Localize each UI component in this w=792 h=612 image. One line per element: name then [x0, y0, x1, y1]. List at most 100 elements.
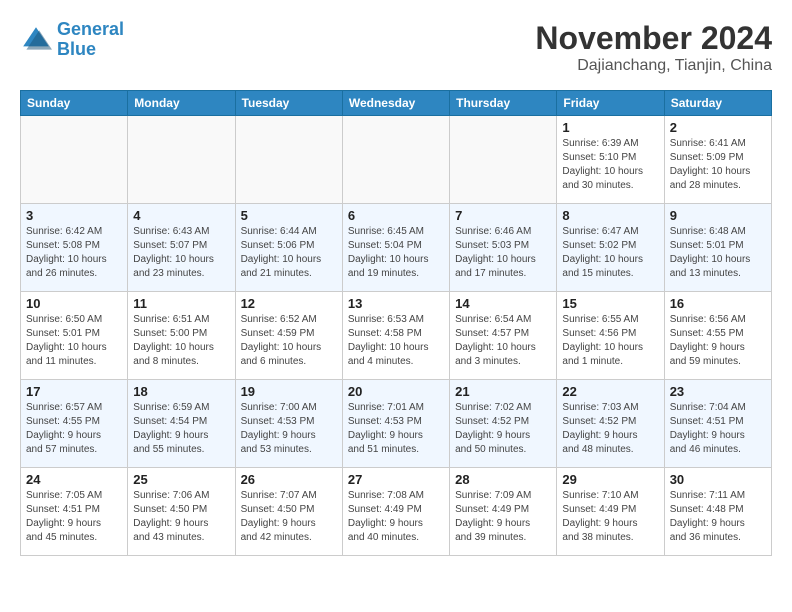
day-number: 21	[455, 384, 551, 399]
calendar-cell: 20 Sunrise: 7:01 AM Sunset: 4:53 PM Dayli…	[342, 380, 449, 468]
calendar-cell: 2 Sunrise: 6:41 AM Sunset: 5:09 PM Daylig…	[664, 116, 771, 204]
day-info: Sunrise: 7:11 AM Sunset: 4:48 PM Dayligh…	[670, 489, 766, 545]
day-number: 1	[562, 120, 658, 135]
day-info: Sunrise: 6:42 AM Sunset: 5:08 PM Dayligh…	[26, 225, 122, 281]
calendar-cell: 6 Sunrise: 6:45 AM Sunset: 5:04 PM Daylig…	[342, 204, 449, 292]
day-number: 7	[455, 208, 551, 223]
calendar-header: SundayMondayTuesdayWednesdayThursdayFrid…	[21, 91, 772, 116]
calendar-cell: 14Sunrise: 6:54 AM Sunset: 4:57 PM Dayli…	[450, 292, 557, 380]
day-info: Sunrise: 7:03 AM Sunset: 4:52 PM Dayligh…	[562, 401, 658, 457]
calendar-week: 1Sunrise: 6:39 AM Sunset: 5:10 PM Daylig…	[21, 116, 772, 204]
header: General Blue November 2024 Dajianchang, …	[20, 20, 772, 75]
calendar-week: 10 Sunrise: 6:50 AM Sunset: 5:01 PM Dayli…	[21, 292, 772, 380]
location: Dajianchang, Tianjin, China	[535, 57, 772, 75]
day-number: 13	[348, 296, 444, 311]
calendar-cell: 9Sunrise: 6:48 AM Sunset: 5:01 PM Daylig…	[664, 204, 771, 292]
calendar-week: 17Sunrise: 6:57 AM Sunset: 4:55 PM Dayli…	[21, 380, 772, 468]
day-info: Sunrise: 7:10 AM Sunset: 4:49 PM Dayligh…	[562, 489, 658, 545]
calendar-cell: 25 Sunrise: 7:06 AM Sunset: 4:50 PM Dayli…	[128, 468, 235, 556]
day-info: Sunrise: 6:59 AM Sunset: 4:54 PM Dayligh…	[133, 401, 229, 457]
calendar-cell	[128, 116, 235, 204]
day-info: Sunrise: 7:07 AM Sunset: 4:50 PM Dayligh…	[241, 489, 337, 545]
day-info: Sunrise: 7:04 AM Sunset: 4:51 PM Dayligh…	[670, 401, 766, 457]
day-info: Sunrise: 7:01 AM Sunset: 4:53 PM Dayligh…	[348, 401, 444, 457]
title-block: November 2024 Dajianchang, Tianjin, Chin…	[535, 20, 772, 75]
day-info: Sunrise: 6:46 AM Sunset: 5:03 PM Dayligh…	[455, 225, 551, 281]
day-number: 26	[241, 472, 337, 487]
day-number: 2	[670, 120, 766, 135]
day-info: Sunrise: 6:56 AM Sunset: 4:55 PM Dayligh…	[670, 313, 766, 369]
weekday-header: Thursday	[450, 91, 557, 116]
calendar-cell	[21, 116, 128, 204]
calendar-cell: 13Sunrise: 6:53 AM Sunset: 4:58 PM Dayli…	[342, 292, 449, 380]
day-number: 22	[562, 384, 658, 399]
day-info: Sunrise: 7:08 AM Sunset: 4:49 PM Dayligh…	[348, 489, 444, 545]
day-info: Sunrise: 6:55 AM Sunset: 4:56 PM Dayligh…	[562, 313, 658, 369]
day-info: Sunrise: 6:43 AM Sunset: 5:07 PM Dayligh…	[133, 225, 229, 281]
day-number: 15	[562, 296, 658, 311]
calendar-cell: 28 Sunrise: 7:09 AM Sunset: 4:49 PM Dayli…	[450, 468, 557, 556]
day-number: 8	[562, 208, 658, 223]
page: General Blue November 2024 Dajianchang, …	[0, 0, 792, 566]
weekday-header: Saturday	[664, 91, 771, 116]
calendar-cell: 27 Sunrise: 7:08 AM Sunset: 4:49 PM Dayli…	[342, 468, 449, 556]
day-number: 27	[348, 472, 444, 487]
day-number: 18	[133, 384, 229, 399]
calendar-cell: 29 Sunrise: 7:10 AM Sunset: 4:49 PM Dayli…	[557, 468, 664, 556]
weekday-header: Sunday	[21, 91, 128, 116]
day-number: 11	[133, 296, 229, 311]
calendar-cell: 19 Sunrise: 7:00 AM Sunset: 4:53 PM Dayli…	[235, 380, 342, 468]
logo-line2: Blue	[57, 39, 96, 59]
day-number: 17	[26, 384, 122, 399]
day-info: Sunrise: 7:02 AM Sunset: 4:52 PM Dayligh…	[455, 401, 551, 457]
day-number: 16	[670, 296, 766, 311]
day-info: Sunrise: 7:05 AM Sunset: 4:51 PM Dayligh…	[26, 489, 122, 545]
day-info: Sunrise: 6:41 AM Sunset: 5:09 PM Dayligh…	[670, 137, 766, 193]
day-info: Sunrise: 7:00 AM Sunset: 4:53 PM Dayligh…	[241, 401, 337, 457]
logo-icon	[20, 24, 52, 56]
day-number: 28	[455, 472, 551, 487]
logo-text: General Blue	[57, 20, 124, 60]
day-number: 29	[562, 472, 658, 487]
day-number: 12	[241, 296, 337, 311]
day-number: 10	[26, 296, 122, 311]
calendar-cell: 23 Sunrise: 7:04 AM Sunset: 4:51 PM Dayli…	[664, 380, 771, 468]
day-number: 19	[241, 384, 337, 399]
calendar-cell: 11Sunrise: 6:51 AM Sunset: 5:00 PM Dayli…	[128, 292, 235, 380]
calendar-cell: 1Sunrise: 6:39 AM Sunset: 5:10 PM Daylig…	[557, 116, 664, 204]
calendar-cell: 24 Sunrise: 7:05 AM Sunset: 4:51 PM Dayli…	[21, 468, 128, 556]
weekday-header: Monday	[128, 91, 235, 116]
day-info: Sunrise: 6:45 AM Sunset: 5:04 PM Dayligh…	[348, 225, 444, 281]
day-number: 25	[133, 472, 229, 487]
day-number: 6	[348, 208, 444, 223]
day-number: 24	[26, 472, 122, 487]
calendar-cell: 3 Sunrise: 6:42 AM Sunset: 5:08 PM Daylig…	[21, 204, 128, 292]
calendar-cell	[235, 116, 342, 204]
day-info: Sunrise: 7:06 AM Sunset: 4:50 PM Dayligh…	[133, 489, 229, 545]
calendar: SundayMondayTuesdayWednesdayThursdayFrid…	[20, 90, 772, 556]
weekday-header: Tuesday	[235, 91, 342, 116]
calendar-cell: 30Sunrise: 7:11 AM Sunset: 4:48 PM Dayli…	[664, 468, 771, 556]
day-info: Sunrise: 7:09 AM Sunset: 4:49 PM Dayligh…	[455, 489, 551, 545]
day-info: Sunrise: 6:48 AM Sunset: 5:01 PM Dayligh…	[670, 225, 766, 281]
calendar-week: 24 Sunrise: 7:05 AM Sunset: 4:51 PM Dayli…	[21, 468, 772, 556]
calendar-cell: 16 Sunrise: 6:56 AM Sunset: 4:55 PM Dayli…	[664, 292, 771, 380]
calendar-cell	[450, 116, 557, 204]
weekday-header: Friday	[557, 91, 664, 116]
calendar-week: 3 Sunrise: 6:42 AM Sunset: 5:08 PM Daylig…	[21, 204, 772, 292]
calendar-cell: 18 Sunrise: 6:59 AM Sunset: 4:54 PM Dayli…	[128, 380, 235, 468]
day-info: Sunrise: 6:44 AM Sunset: 5:06 PM Dayligh…	[241, 225, 337, 281]
calendar-cell: 12 Sunrise: 6:52 AM Sunset: 4:59 PM Dayli…	[235, 292, 342, 380]
logo: General Blue	[20, 20, 124, 60]
calendar-cell: 15 Sunrise: 6:55 AM Sunset: 4:56 PM Dayli…	[557, 292, 664, 380]
day-number: 20	[348, 384, 444, 399]
day-number: 3	[26, 208, 122, 223]
calendar-cell: 21 Sunrise: 7:02 AM Sunset: 4:52 PM Dayli…	[450, 380, 557, 468]
day-number: 23	[670, 384, 766, 399]
calendar-cell: 4Sunrise: 6:43 AM Sunset: 5:07 PM Daylig…	[128, 204, 235, 292]
month-title: November 2024	[535, 20, 772, 57]
calendar-cell: 17Sunrise: 6:57 AM Sunset: 4:55 PM Dayli…	[21, 380, 128, 468]
day-info: Sunrise: 6:50 AM Sunset: 5:01 PM Dayligh…	[26, 313, 122, 369]
calendar-cell: 10 Sunrise: 6:50 AM Sunset: 5:01 PM Dayli…	[21, 292, 128, 380]
day-info: Sunrise: 6:52 AM Sunset: 4:59 PM Dayligh…	[241, 313, 337, 369]
